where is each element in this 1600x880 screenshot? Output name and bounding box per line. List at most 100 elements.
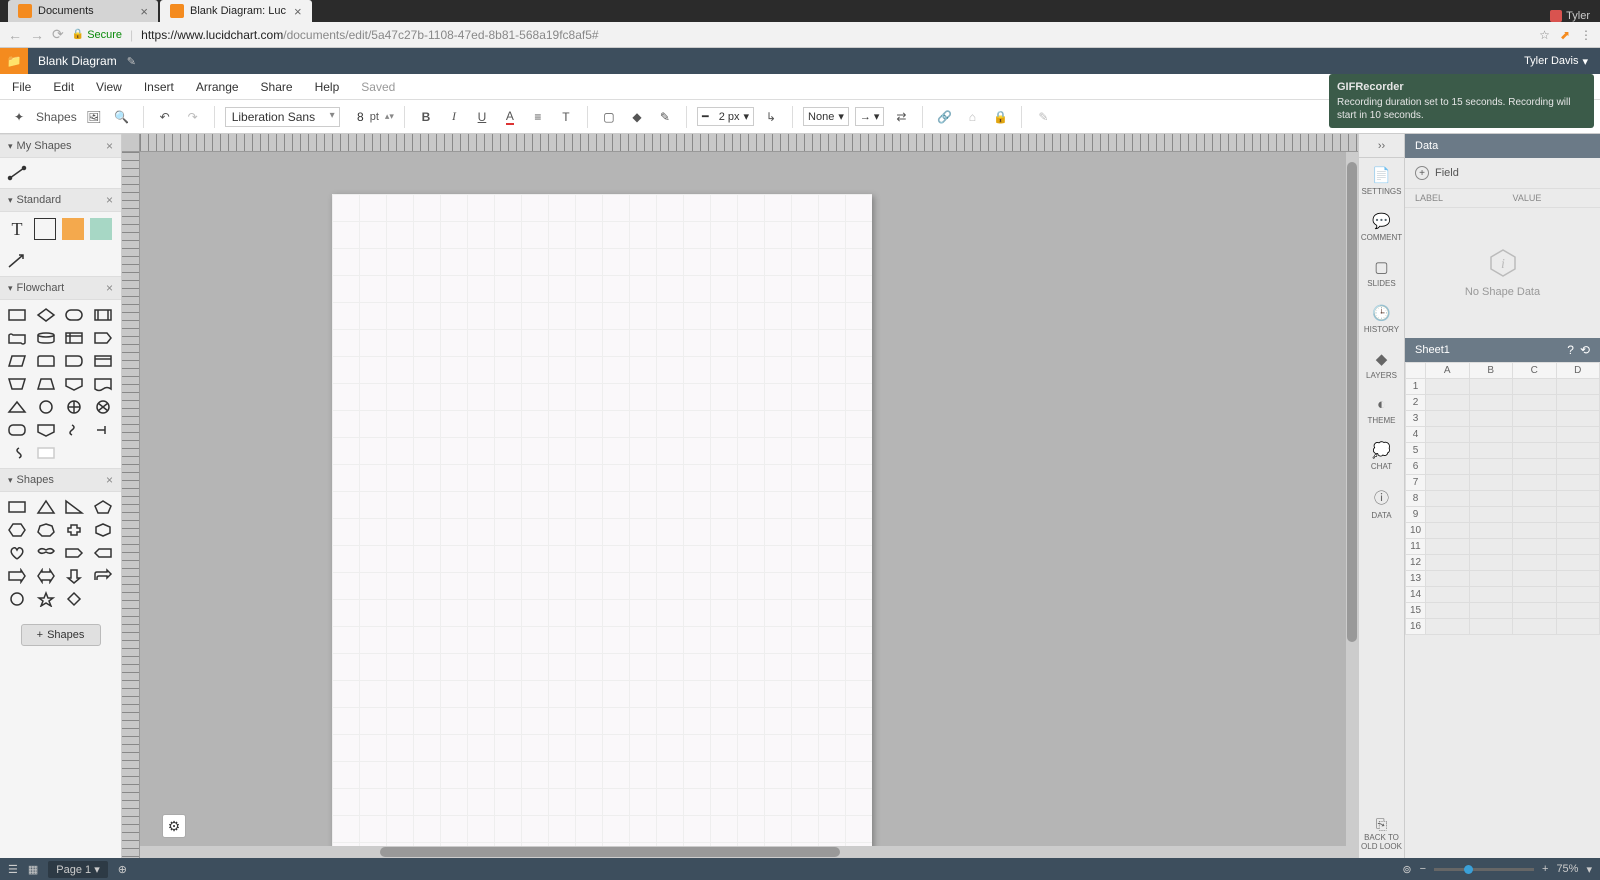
back-to-old-look[interactable]: ⎘ BACK TO OLD LOOK [1359, 810, 1404, 858]
sheet-cell[interactable] [1469, 491, 1513, 507]
sheet-cell[interactable] [1469, 619, 1513, 635]
section-flowchart[interactable]: Flowchart × [0, 276, 121, 300]
edit-title-icon[interactable]: ✎ [127, 55, 136, 68]
fill-icon[interactable]: ◆ [626, 105, 648, 129]
flowchart-shape[interactable] [6, 398, 28, 416]
shapes-label[interactable]: Shapes [36, 110, 77, 124]
dock-slides[interactable]: ▢SLIDES [1359, 250, 1404, 296]
line-color-icon[interactable]: ✎ [654, 105, 676, 129]
sheet-cell[interactable] [1469, 603, 1513, 619]
bold-button[interactable]: B [415, 105, 437, 129]
basic-shape[interactable] [63, 521, 85, 539]
magic-icon[interactable]: ✎ [1032, 105, 1054, 129]
sheet-cell[interactable] [1469, 395, 1513, 411]
add-shapes-button[interactable]: + Shapes [21, 624, 101, 646]
sheet-row-header[interactable]: 14 [1406, 587, 1426, 603]
sheet-cell[interactable] [1469, 539, 1513, 555]
menu-insert[interactable]: Insert [144, 80, 174, 94]
url-field[interactable]: https://www.lucidchart.com/documents/edi… [141, 28, 598, 42]
sheet-row-header[interactable]: 10 [1406, 523, 1426, 539]
sheet-cell[interactable] [1469, 411, 1513, 427]
dock-data[interactable]: ⓘDATA [1359, 479, 1404, 528]
sheet-row-header[interactable]: 15 [1406, 603, 1426, 619]
canvas[interactable]: ⚙ [122, 134, 1358, 858]
sheet-row-header[interactable]: 9 [1406, 507, 1426, 523]
sheet-cell[interactable] [1469, 507, 1513, 523]
text-color-icon[interactable]: A [499, 105, 521, 129]
flowchart-shape[interactable] [63, 329, 85, 347]
search-icon[interactable]: 🔍 [111, 105, 133, 129]
add-page-icon[interactable]: ⊕ [118, 863, 127, 876]
sheet-cell[interactable] [1426, 491, 1470, 507]
canvas-settings-button[interactable]: ⚙ [162, 814, 186, 838]
menu-view[interactable]: View [96, 80, 122, 94]
sheet-cell[interactable] [1556, 555, 1600, 571]
close-icon[interactable]: × [106, 139, 113, 153]
sheet-cell[interactable] [1513, 475, 1557, 491]
flowchart-shape[interactable] [92, 375, 114, 393]
flowchart-shape[interactable] [6, 352, 28, 370]
shape-block[interactable] [90, 218, 112, 240]
basic-shape[interactable] [92, 544, 114, 562]
sheet-cell[interactable] [1513, 459, 1557, 475]
flowchart-shape[interactable] [35, 398, 57, 416]
menu-icon[interactable]: ⋮ [1580, 28, 1592, 42]
sheet-cell[interactable] [1426, 571, 1470, 587]
section-standard[interactable]: Standard × [0, 188, 121, 212]
basic-shape[interactable] [35, 498, 57, 516]
vertical-scrollbar[interactable] [1346, 152, 1358, 846]
basic-shape[interactable] [35, 567, 57, 585]
page-canvas[interactable] [332, 194, 872, 858]
arrow-select[interactable]: → ▾ [855, 107, 885, 126]
sheet-cell[interactable] [1513, 443, 1557, 459]
flowchart-shape[interactable] [35, 329, 57, 347]
horizontal-scrollbar[interactable] [140, 846, 1358, 858]
sheet-col-header[interactable]: B [1469, 363, 1513, 379]
sheet-row-header[interactable]: 12 [1406, 555, 1426, 571]
sheet-cell[interactable] [1469, 475, 1513, 491]
secure-badge[interactable]: Secure [72, 29, 122, 41]
basic-shape[interactable] [63, 544, 85, 562]
basic-shape[interactable] [63, 567, 85, 585]
sheet-cell[interactable] [1556, 491, 1600, 507]
flowchart-shape[interactable] [6, 306, 28, 324]
sheet-cell[interactable] [1513, 379, 1557, 395]
flowchart-shape[interactable] [92, 352, 114, 370]
sheet-cell[interactable] [1426, 619, 1470, 635]
basic-shape[interactable] [6, 498, 28, 516]
flowchart-shape[interactable] [92, 398, 114, 416]
shape-rect[interactable] [34, 218, 56, 240]
sheet-cell[interactable] [1513, 619, 1557, 635]
sheet-cell[interactable] [1556, 379, 1600, 395]
sheet-cell[interactable] [1426, 555, 1470, 571]
basic-shape[interactable] [35, 544, 57, 562]
sheet-cell[interactable] [1556, 539, 1600, 555]
undo-icon[interactable]: ↶ [154, 105, 176, 129]
sheet-row-header[interactable]: 4 [1406, 427, 1426, 443]
link-icon[interactable]: 🔗 [933, 105, 955, 129]
sheet-row-header[interactable]: 11 [1406, 539, 1426, 555]
basic-shape[interactable] [92, 498, 114, 516]
sheet-row-header[interactable]: 7 [1406, 475, 1426, 491]
menu-file[interactable]: File [12, 80, 31, 94]
section-shapes[interactable]: Shapes × [0, 468, 121, 492]
sheet-cell[interactable] [1426, 459, 1470, 475]
sheet-cell[interactable] [1513, 539, 1557, 555]
sheet-cell[interactable] [1469, 523, 1513, 539]
reload-icon[interactable]: ⟳ [52, 26, 64, 43]
sheet-cell[interactable] [1426, 443, 1470, 459]
sheet-cell[interactable] [1556, 507, 1600, 523]
close-icon[interactable]: × [106, 473, 113, 487]
section-my-shapes[interactable]: My Shapes × [0, 134, 121, 158]
extension-icon[interactable]: ⬈ [1560, 28, 1570, 42]
sheet-cell[interactable] [1426, 587, 1470, 603]
basic-shape[interactable] [6, 567, 28, 585]
sheet-cell[interactable] [1426, 379, 1470, 395]
browser-tab[interactable]: Documents × [8, 0, 158, 22]
zoom-slider[interactable] [1434, 868, 1534, 871]
flowchart-shape[interactable] [63, 398, 85, 416]
list-view-icon[interactable]: ☰ [8, 863, 18, 876]
shape-text[interactable]: T [6, 218, 28, 240]
sheet-cell[interactable] [1469, 443, 1513, 459]
sheet-cell[interactable] [1426, 475, 1470, 491]
